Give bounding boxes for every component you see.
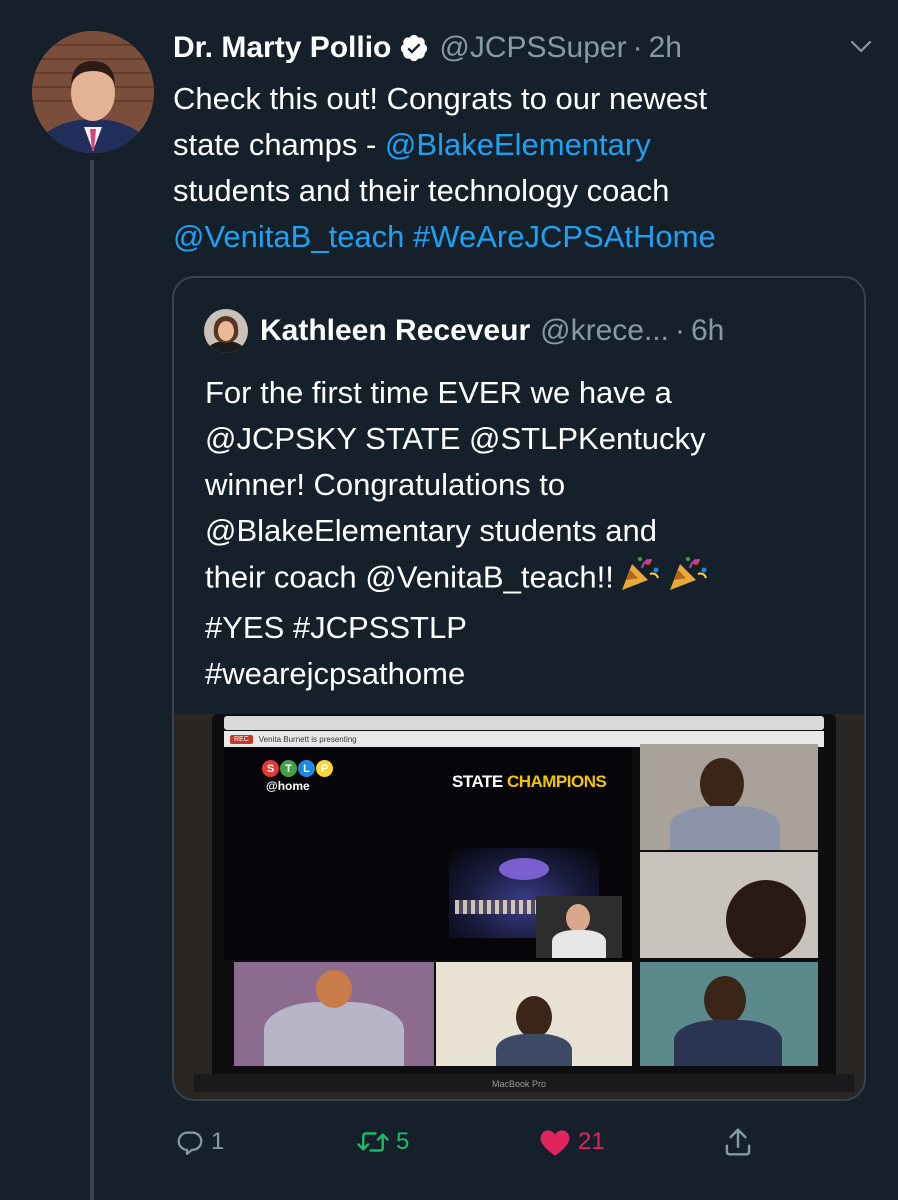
- tweet-text-line: @VenitaB_teach #WeAreJCPSAtHome: [173, 214, 873, 260]
- reply-icon: [175, 1127, 205, 1157]
- hashtag-link[interactable]: #WeAreJCPSAtHome: [413, 219, 716, 254]
- tweet-header: Dr. Marty Pollio @JCPSSuper · 2h: [173, 26, 682, 70]
- tweet-text-line: state champs - @BlakeElementary: [173, 122, 873, 168]
- tweet-text-line: students and their technology coach: [173, 168, 873, 214]
- quoted-media-photo[interactable]: REC Venita Burnett is presenting S T L P…: [174, 714, 864, 1099]
- quoted-tweet-card[interactable]: Kathleen Receveur @krece... · 6h For the…: [172, 276, 866, 1101]
- participant-video-tile: [436, 962, 632, 1066]
- recording-badge: REC: [230, 734, 253, 744]
- like-button[interactable]: 21: [538, 1122, 605, 1162]
- heading-gold-part: CHAMPIONS: [506, 772, 607, 791]
- quoted-text-line: winner! Congratulations to: [205, 467, 566, 502]
- stlp-logo-letter: L: [298, 760, 315, 777]
- quoted-text-line: @BlakeElementary students and: [205, 513, 657, 548]
- share-icon: [723, 1126, 753, 1158]
- like-count: 21: [578, 1128, 605, 1155]
- party-popper-icon: [618, 554, 662, 605]
- quoted-text-line: For the first time EVER we have a: [205, 375, 672, 410]
- retweet-count: 5: [396, 1128, 410, 1155]
- tweet-text-segment: [404, 219, 413, 254]
- shared-screen: S T L P @home STATE CHAMPIONS: [224, 748, 632, 960]
- quoted-text-line: #YES #JCPSSTLP: [205, 610, 467, 645]
- presenting-status: Venita Burnett is presenting: [258, 734, 357, 744]
- stlp-logo: S T L P: [262, 760, 333, 777]
- tweet-text-segment: students and their technology coach: [173, 173, 670, 208]
- stage-sign: [499, 858, 549, 880]
- party-popper-icon: [666, 554, 710, 605]
- header-separator: ·: [632, 31, 643, 64]
- chevron-down-icon[interactable]: [843, 32, 879, 62]
- device-label: MacBook Pro: [491, 1079, 547, 1089]
- mention-link[interactable]: @VenitaB_teach: [173, 219, 404, 254]
- browser-bookmarks-bar: [224, 716, 824, 730]
- state-champions-heading: STATE CHAMPIONS: [452, 772, 607, 792]
- retweet-button[interactable]: 5: [356, 1122, 409, 1162]
- participant-video-tile: [640, 852, 818, 958]
- quoted-text-line: @JCPSKY STATE @STLPKentucky: [205, 421, 706, 456]
- author-name[interactable]: Dr. Marty Pollio: [173, 31, 391, 65]
- heading-white-part: STATE: [452, 772, 507, 791]
- retweet-icon: [356, 1127, 390, 1157]
- quoted-tweet-header: Kathleen Receveur @krece... · 6h: [204, 308, 724, 354]
- quoted-author-handle: @krece...: [540, 314, 669, 347]
- participant-video-tile: [234, 962, 434, 1066]
- heart-icon: [538, 1127, 572, 1157]
- quoted-author-name: Kathleen Receveur: [260, 314, 531, 347]
- tweet-text: Check this out! Congrats to our newest s…: [173, 76, 873, 260]
- tweet-text-segment: Check this out! Congrats to our newest: [173, 81, 708, 116]
- tweet-actions: 1 5 21: [0, 1122, 898, 1162]
- quoted-header-separator: ·: [674, 314, 685, 347]
- quoted-author-avatar: [204, 309, 248, 353]
- author-avatar-image: [32, 31, 154, 153]
- quoted-text-line: their coach @VenitaB_teach!!: [205, 559, 614, 595]
- reply-count: 1: [211, 1128, 225, 1155]
- author-avatar[interactable]: [32, 31, 154, 153]
- participant-video-tile: [640, 962, 818, 1066]
- mention-link[interactable]: @BlakeElementary: [385, 127, 651, 162]
- tweet-text-segment: state champs -: [173, 127, 385, 162]
- stlp-logo-suffix: @home: [266, 779, 310, 793]
- tweet-text-line: Check this out! Congrats to our newest: [173, 76, 873, 122]
- quoted-text-line: #wearejcpsathome: [205, 656, 466, 691]
- tweet-time[interactable]: 2h: [649, 31, 682, 65]
- reply-button[interactable]: 1: [175, 1122, 224, 1162]
- stlp-logo-letter: P: [316, 760, 333, 777]
- share-button[interactable]: [723, 1122, 753, 1162]
- stlp-logo-letter: T: [280, 760, 297, 777]
- stlp-logo-letter: S: [262, 760, 279, 777]
- author-handle[interactable]: @JCPSSuper: [439, 31, 626, 65]
- participant-video-tile: [640, 744, 818, 850]
- quoted-tweet-time: 6h: [690, 314, 725, 347]
- presenter-video-tile: [536, 896, 622, 958]
- thread-line: [90, 160, 94, 1200]
- verified-badge-icon: [399, 33, 429, 63]
- quoted-tweet-text: For the first time EVER we have a @JCPSK…: [205, 370, 845, 697]
- quoted-text-line-with-emoji: their coach @VenitaB_teach!!: [205, 554, 845, 605]
